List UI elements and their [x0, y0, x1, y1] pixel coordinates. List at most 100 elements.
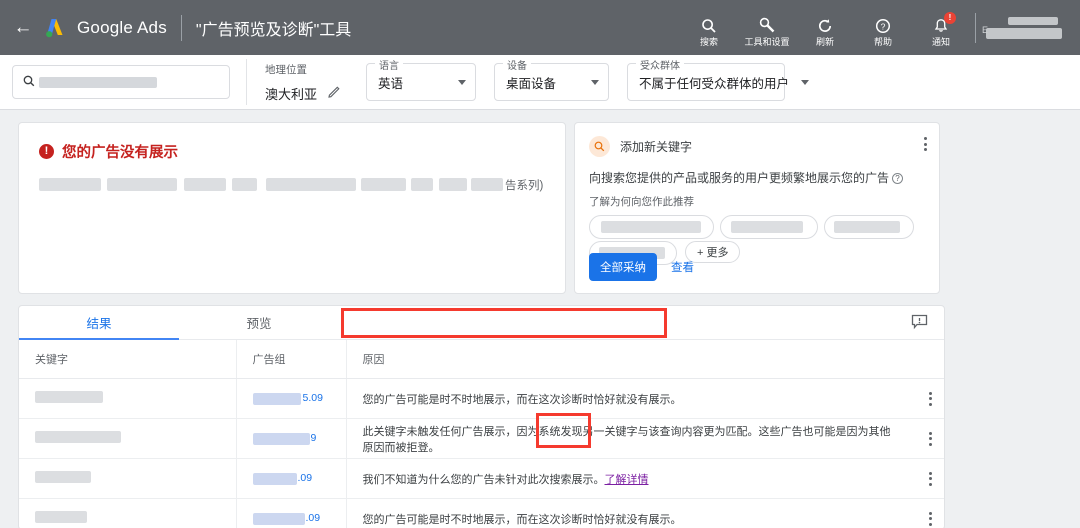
add-keywords-recommendation-card: 添加新关键字 向搜索您提供的产品或服务的用户更频繁地展示您的广告? 了解为何向您… [574, 122, 940, 294]
table-row[interactable]: 9 此关键字未触发任何广告展示，因为系统发现另一关键字与该查询内容更为匹配。这些… [19, 418, 944, 459]
nav-help-button[interactable]: ? 帮助 [855, 8, 911, 47]
cards-row: ! 您的广告没有展示 告系列) 添加新关键字 向搜索您提供的产品或服务的用户更频… [18, 122, 1062, 294]
recommendation-why-link[interactable]: 了解为何向您作此推荐 [589, 194, 925, 209]
learn-more-link[interactable]: 了解详情 [605, 474, 649, 486]
device-value: 桌面设备 [506, 76, 557, 91]
device-label: 设备 [503, 57, 532, 72]
cell-ad-group[interactable]: .09 [235, 458, 346, 499]
cell-reason: 此关键字未触发任何广告展示，因为系统发现另一关键字与该查询内容更为匹配。这些广告… [345, 418, 900, 459]
alert-body-tail: 告系列) [505, 180, 544, 192]
kebab-dot [924, 137, 927, 140]
tab-results[interactable]: 结果 [19, 306, 179, 340]
column-header-keyword[interactable]: 关键字 [19, 340, 236, 379]
ad-group-suffix: .09 [305, 511, 321, 524]
cell-row-menu[interactable] [900, 378, 944, 419]
cell-row-menu[interactable] [900, 458, 944, 499]
ad-group-link[interactable]: 5.09 [252, 391, 346, 407]
nav-notifications-button[interactable]: ! 通知 [913, 8, 969, 47]
cell-keyword [19, 498, 236, 528]
cell-ad-group[interactable]: .09 [235, 498, 346, 528]
reason-text: 我们不知道为什么您的广告未针对此次搜索展示。 [362, 473, 605, 486]
view-button[interactable]: 查看 [671, 259, 694, 275]
nav-account-divider [975, 12, 976, 43]
kebab-dot [924, 148, 927, 151]
table-header-row: 关键字 广告组 原因 [19, 340, 944, 379]
alert-redaction-block [107, 178, 177, 191]
results-table: 关键字 广告组 原因 5.09 您的广告可能是时不时地展示，而在这次诊断时恰好就… [19, 340, 944, 528]
alert-redaction-block [232, 178, 257, 191]
geo-value: 澳大利亚 [265, 86, 318, 102]
keyword-redaction [35, 391, 103, 403]
search-circle-icon [589, 136, 610, 157]
audience-select[interactable]: 受众群体 不属于任何受众群体的用户 [627, 57, 810, 101]
results-card: 结果 预览 关键字 广告组 原因 5.09 您的广告可能是时不时地展示，而在这次… [18, 305, 945, 528]
kebab-dot [928, 391, 932, 395]
alert-redaction-block [471, 178, 503, 191]
audience-label: 受众群体 [636, 57, 685, 72]
recommendation-description: 向搜索您提供的产品或服务的用户更频繁地展示您的广告 [589, 171, 890, 185]
keyword-redaction [35, 511, 87, 523]
table-row[interactable]: .09 我们不知道为什么您的广告未针对此次搜索展示。了解详情 [19, 458, 944, 499]
help-icon: ? [875, 17, 891, 35]
nav-search-button[interactable]: 搜索 [681, 8, 737, 47]
ad-group-link[interactable]: 9 [252, 431, 346, 447]
language-value: 英语 [378, 76, 404, 91]
chip-redaction [834, 220, 900, 233]
cell-keyword [19, 458, 236, 499]
apply-all-button[interactable]: 全部采纳 [589, 253, 657, 281]
nav-tools-settings-label: 工具和设置 [744, 36, 790, 47]
main-content: ! 您的广告没有展示 告系列) 添加新关键字 向搜索您提供的产品或服务的用户更频… [0, 110, 1080, 528]
cell-row-menu[interactable] [900, 498, 944, 528]
tab-preview[interactable]: 预览 [179, 306, 339, 339]
account-redaction-line-2 [986, 27, 1062, 39]
question-mark-icon[interactable]: ? [892, 173, 904, 184]
cell-ad-group[interactable]: 9 [235, 418, 346, 459]
top-navigation-bar: ← Google Ads "广告预览及诊断"工具 搜索 工具和设置 刷新 ? 帮… [0, 0, 1080, 55]
kebab-dot [928, 517, 932, 520]
alert-redaction-block [361, 178, 406, 191]
audience-value: 不属于任何受众群体的用户 [639, 76, 790, 91]
search-icon [23, 75, 35, 90]
cell-row-menu[interactable] [900, 418, 944, 459]
device-select[interactable]: 设备 桌面设备 [494, 57, 610, 101]
column-header-ad-group[interactable]: 广告组 [235, 340, 346, 379]
kebab-menu-icon[interactable] [916, 511, 944, 526]
nav-refresh-label: 刷新 [815, 36, 834, 47]
language-select[interactable]: 语言 英语 [366, 57, 477, 101]
pencil-icon[interactable] [327, 84, 342, 102]
nav-actions: 搜索 工具和设置 刷新 ? 帮助 ! 通知 [681, 8, 969, 47]
cell-ad-group[interactable]: 5.09 [235, 378, 346, 419]
column-header-reason[interactable]: 原因 [345, 340, 900, 379]
alert-body-redacted: 告系列) [39, 176, 545, 196]
account-info-redacted[interactable] [986, 16, 1066, 39]
ad-group-suffix: 5.09 [302, 391, 323, 404]
ad-group-link[interactable]: .09 [252, 471, 346, 487]
ad-group-redaction [252, 512, 305, 525]
alert-header: ! 您的广告没有展示 [39, 141, 545, 162]
nav-tools-settings-button[interactable]: 工具和设置 [739, 8, 795, 47]
results-table-body: 5.09 您的广告可能是时不时地展示，而在这次诊断时恰好就没有展示。 9 此关键… [19, 378, 944, 528]
chevron-down-icon [801, 79, 810, 85]
notification-badge: ! [944, 11, 956, 24]
filter-bar: 地理位置 澳大利亚 语言 英语 设备 桌面设备 受众群体 不属于任何受众群体的用… [0, 55, 1080, 110]
feedback-icon[interactable] [911, 314, 928, 335]
table-row[interactable]: .09 您的广告可能是时不时地展示，而在这次诊断时恰好就没有展示。 [19, 498, 944, 528]
alert-redaction-block [39, 178, 101, 191]
back-arrow-icon[interactable]: ← [10, 18, 36, 37]
geo-label: 地理位置 [265, 63, 307, 76]
nav-help-label: 帮助 [873, 36, 892, 47]
kebab-menu-icon[interactable] [916, 431, 944, 446]
kebab-menu-icon[interactable] [924, 137, 927, 151]
brand-name: Google Ads [77, 17, 167, 37]
keyword-redaction [35, 431, 121, 443]
keyword-redaction [35, 471, 91, 483]
table-row[interactable]: 5.09 您的广告可能是时不时地展示，而在这次诊断时恰好就没有展示。 [19, 378, 944, 419]
ad-group-link[interactable]: .09 [252, 511, 346, 527]
kebab-dot [928, 437, 932, 440]
nav-refresh-button[interactable]: 刷新 [797, 8, 853, 47]
kebab-menu-icon[interactable] [916, 471, 944, 486]
search-input[interactable] [12, 65, 230, 99]
recommendation-description-row: 向搜索您提供的产品或服务的用户更频繁地展示您的广告? [589, 170, 925, 187]
kebab-menu-icon[interactable] [916, 391, 944, 406]
recommendation-actions: 全部采纳 查看 [589, 253, 694, 281]
